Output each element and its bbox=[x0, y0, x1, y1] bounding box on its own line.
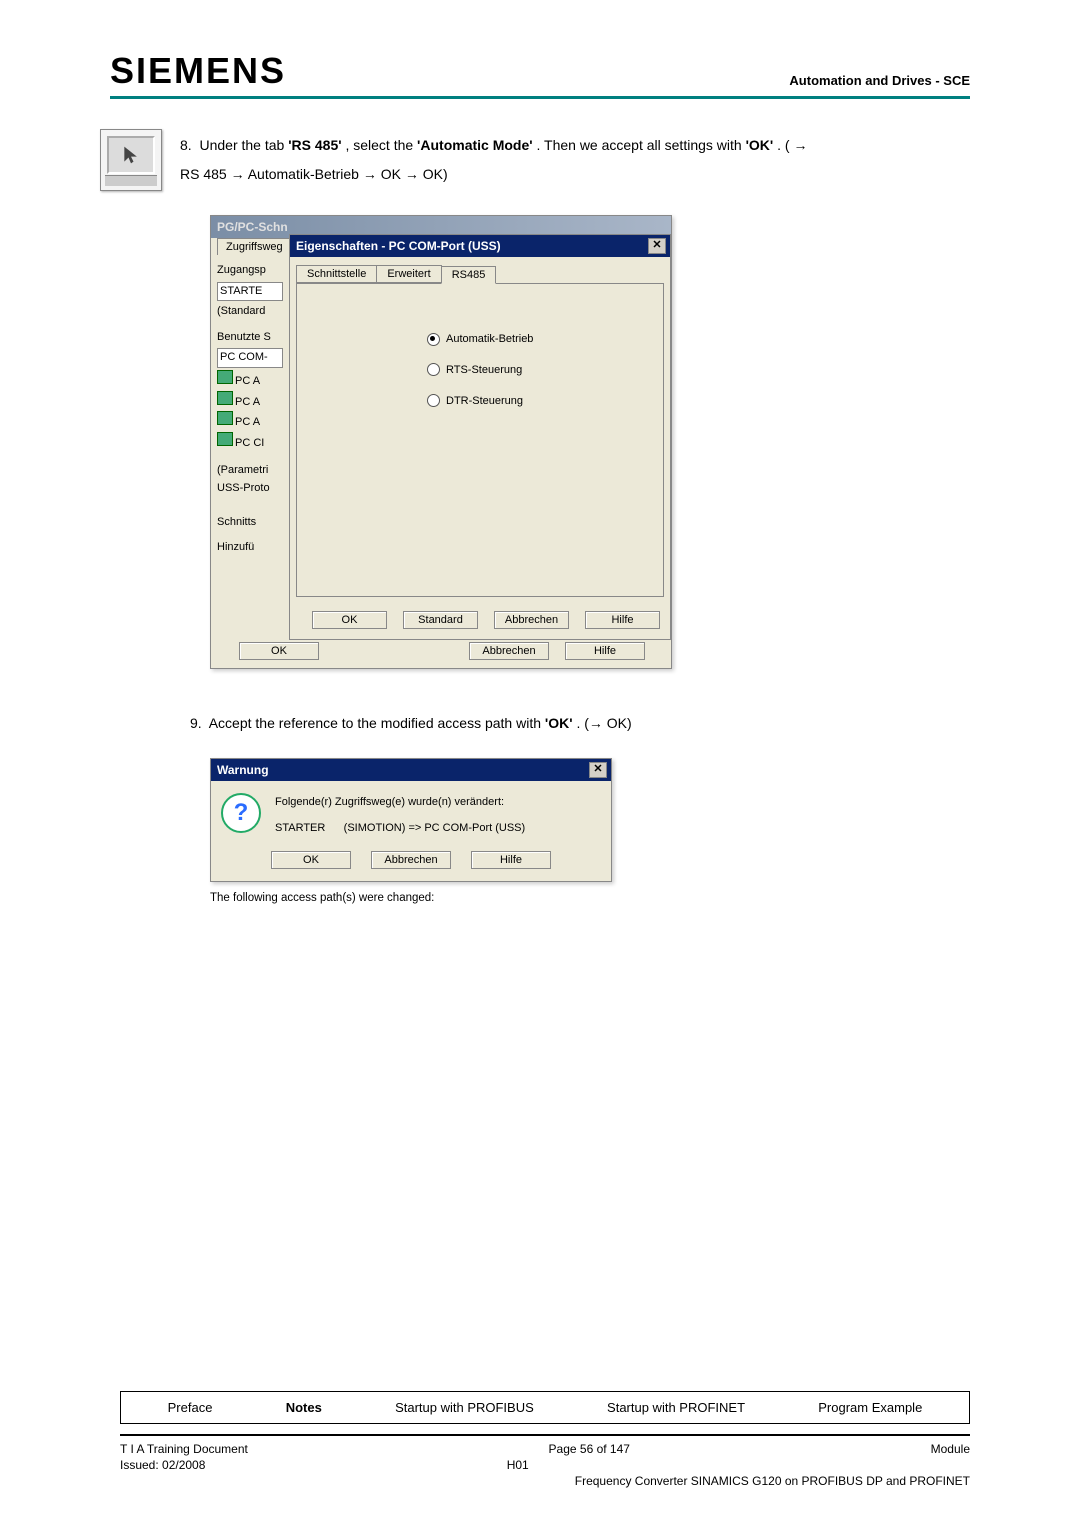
footer-tab-profibus[interactable]: Startup with PROFIBUS bbox=[395, 1400, 534, 1415]
radio-icon bbox=[427, 333, 440, 346]
radio-automatik[interactable]: Automatik-Betrieb bbox=[427, 324, 663, 355]
properties-title: Eigenschaften - PC COM-Port (USS) bbox=[296, 239, 501, 253]
warning-title: Warnung bbox=[217, 763, 269, 777]
close-icon[interactable]: ✕ bbox=[589, 762, 607, 778]
tab-erweitert[interactable]: Erweitert bbox=[376, 265, 441, 283]
ok-button[interactable]: OK bbox=[312, 611, 387, 629]
cancel-button[interactable]: Abbrechen bbox=[494, 611, 569, 629]
standard-button[interactable]: Standard bbox=[403, 611, 478, 629]
properties-dialog: Eigenschaften - PC COM-Port (USS) ✕ Schn… bbox=[289, 234, 671, 640]
label-zugangsp: Zugangsp bbox=[217, 262, 289, 280]
footer-tab-example[interactable]: Program Example bbox=[818, 1400, 922, 1415]
page-header: SIEMENS Automation and Drives - SCE bbox=[110, 50, 970, 99]
adapter-icon bbox=[217, 432, 233, 446]
list-item[interactable]: PC A bbox=[235, 375, 260, 387]
radio-dtr[interactable]: DTR-Steuerung bbox=[427, 386, 663, 417]
help-button[interactable]: Hilfe bbox=[585, 611, 660, 629]
help-button[interactable]: Hilfe bbox=[565, 642, 645, 660]
ok-button[interactable]: OK bbox=[239, 642, 319, 660]
adapter-icon bbox=[217, 370, 233, 384]
tab-schnittstelle[interactable]: Schnittstelle bbox=[296, 265, 377, 283]
step-9: 9. Accept the reference to the modified … bbox=[190, 709, 970, 738]
page-number: Page 56 of 147 bbox=[549, 1442, 630, 1456]
page-footer: Preface Notes Startup with PROFIBUS Star… bbox=[120, 1391, 970, 1488]
list-item[interactable]: PC A bbox=[235, 416, 260, 428]
step-8: 8. Under the tab 'RS 485' , select the '… bbox=[100, 129, 970, 191]
label-hinzufu: Hinzufü bbox=[217, 539, 289, 557]
list-item[interactable]: PC A bbox=[235, 396, 260, 408]
label-schnitts: Schnitts bbox=[217, 514, 289, 532]
pgpc-left-panel: Zugangsp STARTE (Standard Benutzte S PC … bbox=[211, 256, 291, 636]
pgpc-dialog: PG/PC-Schn Zugriffsweg Zugangsp STARTE (… bbox=[210, 215, 672, 669]
list-item[interactable]: PC CI bbox=[235, 437, 264, 449]
cancel-button[interactable]: Abbrechen bbox=[371, 851, 451, 869]
radio-icon bbox=[427, 394, 440, 407]
step-8-text: 8. Under the tab 'RS 485' , select the '… bbox=[180, 129, 970, 190]
rs485-panel: Automatik-Betrieb RTS-Steuerung DTR-Steu… bbox=[296, 283, 664, 597]
mouse-cursor-icon bbox=[121, 145, 141, 165]
field-starte[interactable]: STARTE bbox=[217, 282, 283, 302]
footer-date: Issued: 02/2008 bbox=[120, 1458, 205, 1472]
footer-module: Module bbox=[931, 1442, 970, 1456]
warning-titlebar[interactable]: Warnung ✕ bbox=[211, 759, 611, 781]
adapter-icon bbox=[217, 411, 233, 425]
tab-rs485[interactable]: RS485 bbox=[441, 266, 497, 284]
label-ussproto: USS-Proto bbox=[217, 480, 289, 498]
footer-subtitle: Frequency Converter SINAMICS G120 on PRO… bbox=[575, 1474, 970, 1488]
footer-tab-profinet[interactable]: Startup with PROFINET bbox=[607, 1400, 745, 1415]
radio-icon bbox=[427, 363, 440, 376]
radio-rts[interactable]: RTS-Steuerung bbox=[427, 355, 663, 386]
computer-icon bbox=[100, 129, 162, 191]
header-subtitle: Automation and Drives - SCE bbox=[789, 73, 970, 92]
footer-code: H01 bbox=[507, 1458, 529, 1472]
footer-nav: Preface Notes Startup with PROFIBUS Star… bbox=[120, 1391, 970, 1424]
ok-button[interactable]: OK bbox=[271, 851, 351, 869]
cancel-button[interactable]: Abbrechen bbox=[469, 642, 549, 660]
footer-doc-title: T I A Training Document bbox=[120, 1442, 248, 1456]
properties-titlebar[interactable]: Eigenschaften - PC COM-Port (USS) ✕ bbox=[290, 235, 670, 257]
label-parametri: (Parametri bbox=[217, 462, 289, 480]
warning-text: Folgende(r) Zugriffsweg(e) wurde(n) verä… bbox=[275, 793, 525, 839]
label-standard: (Standard bbox=[217, 303, 289, 321]
question-icon: ? bbox=[221, 793, 261, 833]
help-button[interactable]: Hilfe bbox=[471, 851, 551, 869]
tab-zugriffsweg[interactable]: Zugriffsweg bbox=[217, 238, 292, 255]
footer-tab-preface[interactable]: Preface bbox=[168, 1400, 213, 1415]
close-icon[interactable]: ✕ bbox=[648, 238, 666, 254]
warning-dialog: Warnung ✕ ? Folgende(r) Zugriffsweg(e) w… bbox=[210, 758, 612, 882]
footer-tab-notes[interactable]: Notes bbox=[286, 1400, 322, 1415]
caption-text: The following access path(s) were change… bbox=[210, 892, 970, 904]
adapter-icon bbox=[217, 391, 233, 405]
siemens-logo: SIEMENS bbox=[110, 50, 286, 92]
label-benutzte: Benutzte S bbox=[217, 329, 289, 347]
footer-divider bbox=[120, 1434, 970, 1436]
pgpc-title: PG/PC-Schn bbox=[217, 220, 288, 234]
field-pccom[interactable]: PC COM- bbox=[217, 348, 283, 368]
